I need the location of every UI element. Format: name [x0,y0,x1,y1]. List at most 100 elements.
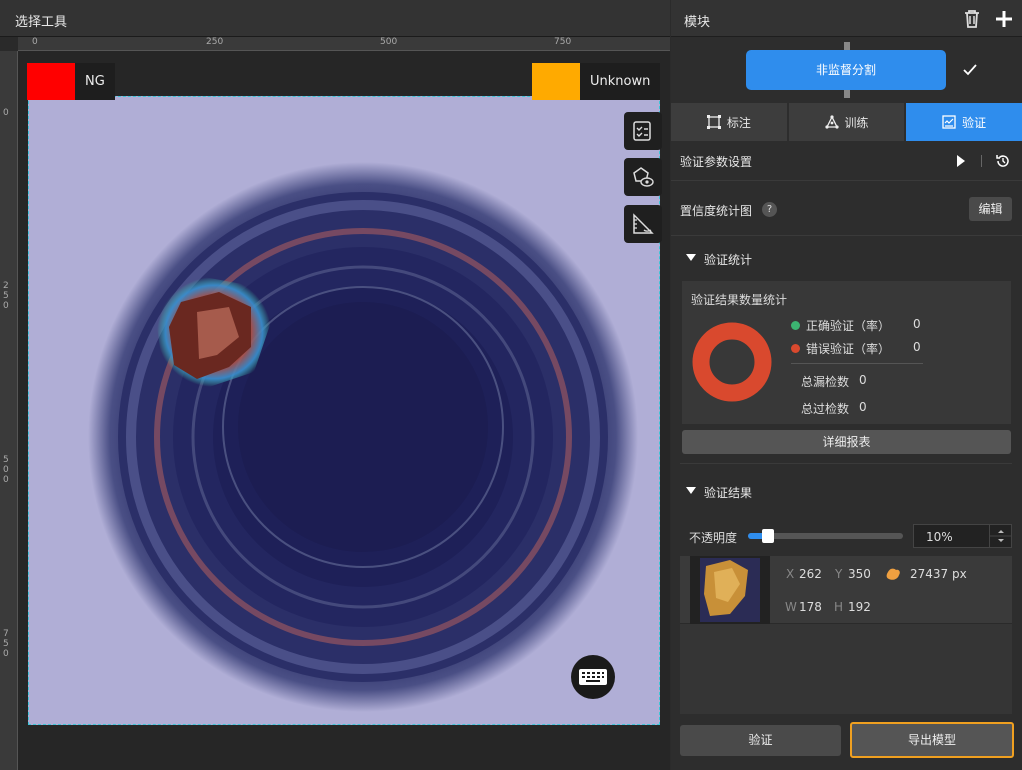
tab-label: 验证 [962,115,987,130]
module-tabs: 标注 训练 验证 [671,103,1022,141]
stepper-arrows-icon [990,530,1012,542]
checklist-tool-button[interactable] [624,112,662,150]
opacity-label: 不透明度 [689,531,738,545]
stats-donut [692,322,772,402]
legend-correct: 正确验证（率） [791,317,890,334]
validate-button[interactable]: 验证 [680,725,841,756]
ng-color-swatch [27,63,75,100]
section-divider [680,463,1012,464]
polygon-eye-icon [633,167,654,187]
x-label: X [786,567,795,581]
canvas-title-bar: 选择工具 [0,0,670,37]
tab-validate[interactable]: 验证 [906,103,1022,141]
ruler-top-label: 250 [206,37,224,47]
confidence-chart-row: 置信度统计图 ? 编辑 [671,181,1022,236]
ruler-hide-icon [633,213,654,234]
ng-label: NG [75,63,115,100]
chevron-down-icon [686,487,696,494]
y-value: 350 [848,567,871,581]
over-value: 0 [859,400,867,414]
opacity-row: 不透明度 10% [671,522,1022,550]
bottle-image [88,162,638,712]
result-item[interactable]: X 262 Y 350 27437 px W 178 H 192 [680,556,1012,624]
confidence-chart-label: 置信度统计图 [680,204,753,218]
results-header[interactable]: 验证结果 [671,481,1022,503]
ruler-top-label: 750 [554,37,572,47]
train-icon [824,115,839,129]
tab-train[interactable]: 训练 [788,103,905,141]
param-settings-row: 验证参数设置 [671,141,1022,181]
module-header: 模块 [671,0,1022,37]
ng-tag[interactable]: NG [27,63,115,100]
checklist-icon [633,121,651,141]
ruler-top-label: 500 [380,37,398,47]
opacity-slider-handle[interactable] [762,529,774,543]
module-title: 模块 [684,15,711,30]
stats-title: 验证结果数量统计 [691,293,788,307]
area-icon [886,568,900,580]
opacity-value: 10% [926,530,953,544]
check-icon [963,64,977,76]
correct-label: 正确验证（率） [806,319,891,333]
result-thumbnail [690,556,770,624]
ruler-left: 0 250 500 750 [0,51,18,770]
validation-stats-label: 验证统计 [704,253,753,267]
ruler-top: 0 250 500 750 [18,37,670,51]
module-panel: 模块 非监督分割 标注 训练 验证 验证参数设置 置信度统计图 ? 编辑 验证统… [671,0,1022,770]
unknown-color-swatch [532,63,580,100]
wrong-label: 错误验证（率） [806,342,891,356]
module-button[interactable]: 非监督分割 [746,50,946,90]
help-icon[interactable]: ? [762,202,777,217]
missed-label: 总漏检数 [801,375,850,389]
ruler-top-label: 0 [32,37,38,47]
unknown-tag[interactable]: Unknown [532,63,661,100]
tab-label: 标注 [726,115,751,130]
detail-report-button[interactable]: 详细报表 [682,430,1011,454]
opacity-slider[interactable] [748,529,903,543]
results-label: 验证结果 [704,486,753,500]
area-value: 27437 px [910,567,967,581]
ruler-hide-button[interactable] [624,205,662,243]
correct-dot [791,321,800,330]
export-model-button[interactable]: 导出模型 [850,722,1014,758]
keyboard-icon [579,669,607,685]
annotate-icon [706,115,721,129]
over-label: 总过检数 [801,402,850,416]
polygon-visibility-button[interactable] [624,158,662,196]
unknown-label: Unknown [580,63,661,100]
h-label: H [834,600,844,614]
tab-label: 训练 [844,115,869,130]
stats-box: 验证结果数量统计 正确验证（率） 0 错误验证（率） 0 总漏检数 0 总过检数… [682,281,1011,424]
trash-icon[interactable] [963,9,981,29]
wrong-dot [791,344,800,353]
legend-wrong: 错误验证（率） [791,340,890,357]
inspection-image[interactable] [28,96,660,725]
w-value: 178 [799,600,822,614]
add-icon[interactable] [994,9,1014,29]
x-value: 262 [799,567,822,581]
history-icon[interactable] [995,153,1011,169]
ruler-left-label: 0 [3,108,9,118]
keyboard-shortcut-button[interactable] [571,655,615,699]
canvas-panel: 选择工具 0 250 500 750 0 250 500 750 NG Unkn… [0,0,670,770]
ruler-left-label: 250 [3,281,9,311]
play-icon[interactable] [956,154,966,168]
param-settings-label: 验证参数设置 [680,155,753,169]
validation-stats-header[interactable]: 验证统计 [671,248,1022,270]
wrong-value: 0 [913,340,921,354]
missed-value: 0 [859,373,867,387]
result-list: X 262 Y 350 27437 px W 178 H 192 [680,556,1012,714]
canvas-title: 选择工具 [15,15,68,30]
tab-annotate[interactable]: 标注 [671,103,787,141]
h-value: 192 [848,600,871,614]
y-label: Y [835,567,843,581]
chevron-down-icon [686,254,696,261]
ruler-left-label: 750 [3,629,9,659]
ruler-left-label: 500 [3,455,9,485]
w-label: W [785,600,797,614]
validate-icon [942,115,956,129]
opacity-input[interactable]: 10% [913,524,1012,548]
edit-button[interactable]: 编辑 [969,197,1012,221]
opacity-stepper[interactable] [989,525,1012,547]
stats-divider [791,363,923,364]
